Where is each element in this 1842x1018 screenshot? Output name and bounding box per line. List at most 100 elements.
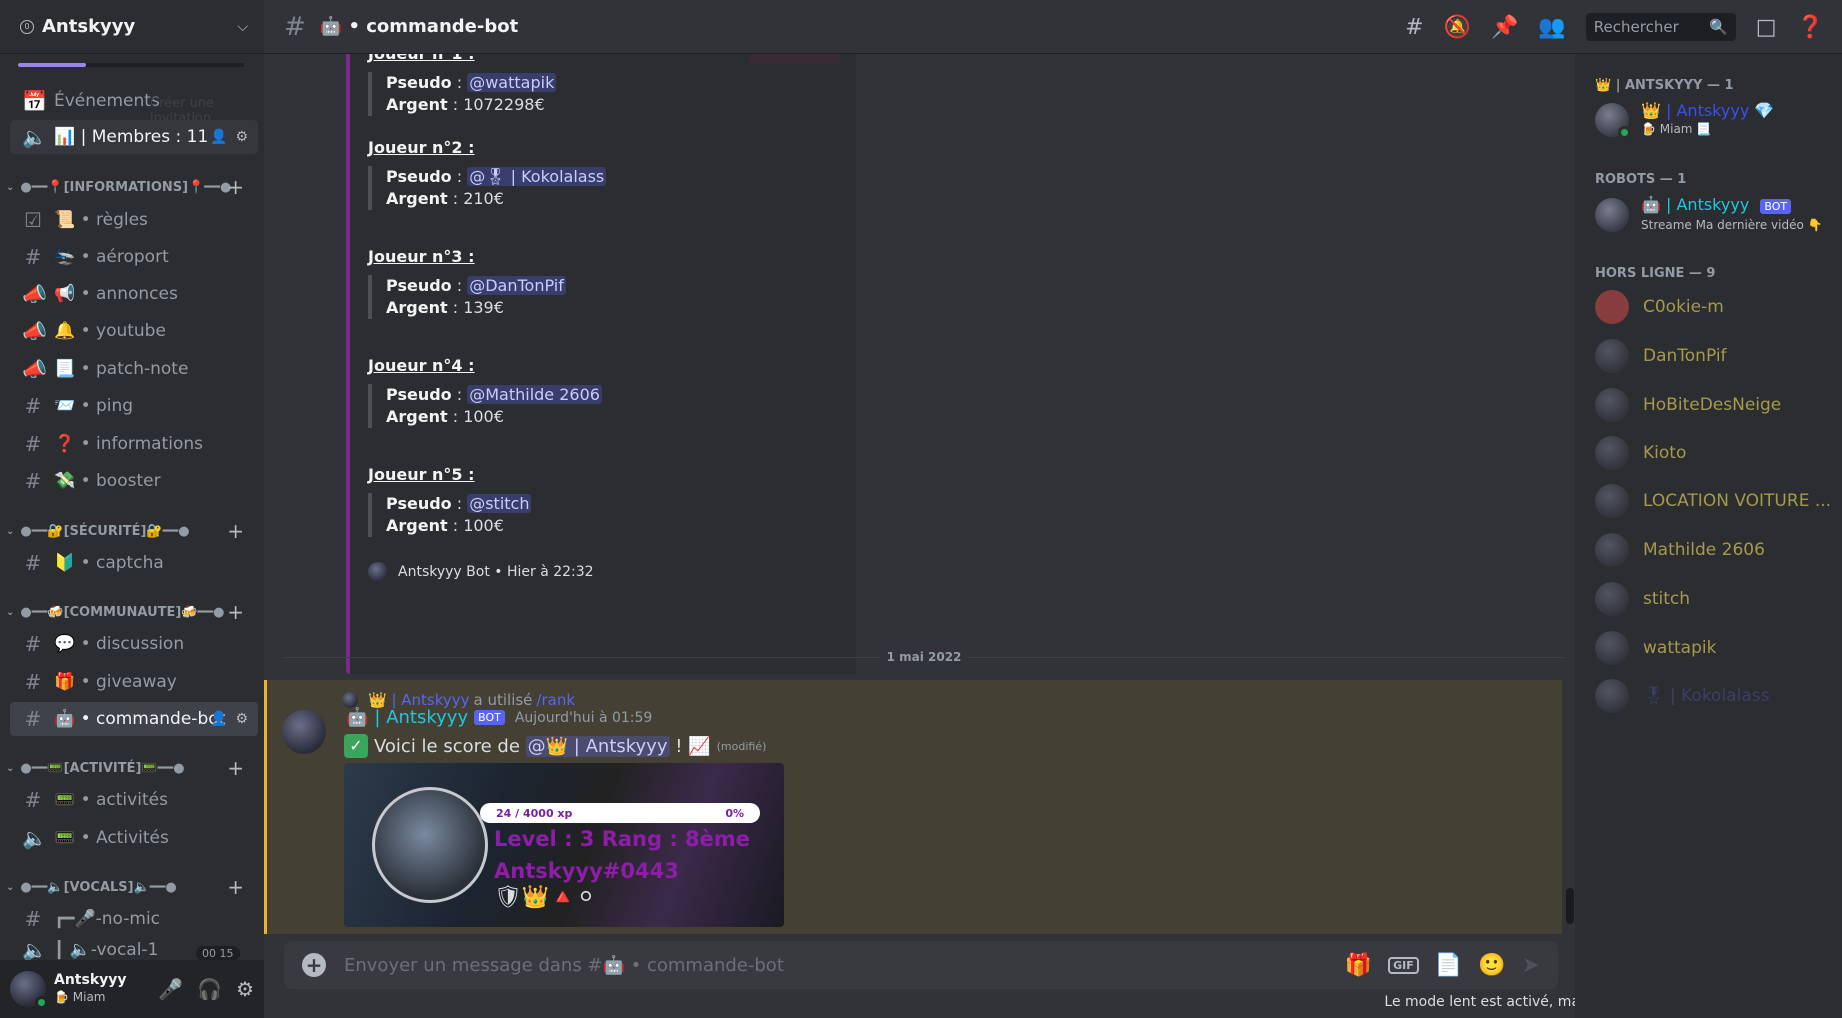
channel-patch-note[interactable]: 📣 📃 • patch-note — [10, 352, 258, 386]
threads-hash-icon: # — [24, 670, 42, 694]
add-channel-icon[interactable]: + — [227, 875, 244, 899]
inbox-icon[interactable]: □ — [1756, 15, 1777, 40]
channel-youtube[interactable]: 📣 🔔 • youtube — [10, 314, 258, 348]
chevron-down-icon: ⌄ — [6, 762, 15, 774]
user-mention[interactable]: @DanTonPif — [467, 276, 566, 295]
rank-card-image[interactable]: 24 / 4000 xp 0% Level : 3 Rang : 8ème An… — [344, 763, 784, 927]
hash-icon: # — [284, 11, 306, 42]
avatar — [1595, 582, 1629, 616]
avatar — [1595, 631, 1629, 665]
megaphone-icon: 📣 — [22, 319, 47, 343]
member-item[interactable]: stitch — [1595, 582, 1835, 616]
gear-icon[interactable]: ⚙ — [235, 711, 248, 727]
message-content: ✓ Voici le score de @👑 | Antskyyy ! 📈 (m… — [344, 734, 766, 758]
channel-aeroport[interactable]: # 🛬 • aéroport — [10, 240, 258, 274]
headphones-icon[interactable]: 🎧 — [197, 977, 222, 1001]
player-block: Pseudo : @wattapik Argent : 1072298€ — [368, 72, 557, 116]
member-item[interactable]: HoBiteDesNeige — [1595, 388, 1835, 422]
search-input[interactable]: Rechercher 🔍 — [1585, 13, 1736, 41]
channel-commande-bot[interactable]: # 🤖 • commande-bot 👤 ⚙ — [10, 702, 258, 736]
role-section-header: 👑 | ANTSKYYY — 1 — [1595, 78, 1734, 93]
player-heading: Joueur n°3 : — [368, 247, 475, 266]
send-icon[interactable]: ➤ — [1522, 953, 1540, 978]
member-item[interactable]: wattapik — [1595, 631, 1835, 665]
message-author[interactable]: | Antskyyy — [374, 707, 468, 728]
avatar — [1595, 484, 1629, 518]
bot-emoji-icon: 🤖 — [346, 707, 369, 728]
add-attachment-icon[interactable]: + — [302, 953, 326, 977]
emoji-icon[interactable]: 🙂 — [1478, 953, 1505, 978]
embed-thumbnail — [750, 54, 840, 64]
gear-icon[interactable]: ⚙ — [236, 977, 254, 1001]
calendar-icon: 📅 — [22, 89, 47, 113]
member-list-icon[interactable]: 👥 — [1538, 15, 1565, 40]
channel-informations[interactable]: # ❓ • informations — [10, 427, 258, 461]
member-item[interactable]: Mathilde 2606 — [1595, 533, 1835, 567]
voice-channel-activites[interactable]: 🔈 📟 • Activités — [10, 821, 258, 855]
notification-bell-muted-icon[interactable]: 🔕 — [1444, 15, 1471, 40]
category-communaute[interactable]: ⌄ ●━━🍻[COMMUNAUTE]🍻━━● + — [6, 600, 258, 624]
member-item[interactable]: 🎖 | Kokolalass — [1595, 679, 1835, 713]
help-icon[interactable]: ❓ — [1797, 15, 1824, 40]
server-header[interactable]: 0 Antskyyy ⌵ — [0, 0, 264, 54]
add-channel-icon[interactable]: + — [227, 175, 244, 199]
server-name: Antskyyy — [42, 16, 136, 37]
member-item[interactable]: Kioto — [1595, 436, 1835, 470]
online-status-dot — [1618, 126, 1631, 139]
channel-giveaway[interactable]: # 🎁 • giveaway — [10, 665, 258, 699]
invite-icon[interactable]: 👤 — [210, 129, 227, 145]
channel-members-count[interactable]: 🔈 📊 | Membres : 11 👤 ⚙ — [10, 120, 258, 154]
user-mention[interactable]: @🎖 | Kokolalass — [467, 167, 607, 186]
avatar — [1595, 436, 1629, 470]
gif-button[interactable]: GIF — [1388, 956, 1419, 974]
channel-annonces[interactable]: 📣 📢 • annonces — [10, 277, 258, 311]
chevron-down-icon[interactable]: ⌵ — [237, 19, 248, 35]
player-heading: Joueur n°1 : — [368, 54, 475, 63]
user-mention[interactable]: @wattapik — [467, 73, 557, 92]
user-mention[interactable]: @stitch — [467, 494, 532, 513]
message-input[interactable]: Envoyer un message dans #🤖 • commande-bo… — [344, 955, 1345, 976]
role-section-header: ROBOTS — 1 — [1595, 172, 1687, 187]
channel-regles[interactable]: ☑ 📜 • règles — [10, 203, 258, 237]
chevron-down-icon: ⌄ — [6, 181, 15, 193]
speaker-icon: 🔈 — [22, 826, 47, 850]
category-activite[interactable]: ⌄ ●━━📟[ACTIVITÉ]📟━━● + — [6, 756, 258, 780]
pin-icon[interactable]: 📌 — [1491, 15, 1518, 40]
channel-no-mic[interactable]: # ┏━🎤-no-mic — [10, 902, 258, 936]
channel-header: # 🤖 • commande-bot # 🔕 📌 👥 Rechercher 🔍 … — [264, 0, 1842, 54]
gift-icon[interactable]: 🎁 — [1345, 953, 1372, 978]
add-channel-icon[interactable]: + — [227, 600, 244, 624]
date-divider: 1 mai 2022 — [284, 650, 1564, 664]
member-item[interactable]: LOCATION VOITURE ... — [1595, 484, 1835, 518]
channel-discussion[interactable]: # 💬 • discussion — [10, 627, 258, 661]
chevron-down-icon: ⌄ — [6, 881, 15, 893]
member-item[interactable]: 👑 | Antskyyy 💎 🍺 Miam 📃 — [1595, 102, 1835, 139]
scrollbar[interactable] — [1566, 888, 1574, 924]
channel-booster[interactable]: # 💸 • booster — [10, 464, 258, 498]
threads-icon[interactable]: # — [1405, 15, 1423, 40]
user-mention[interactable]: @👑 | Antskyyy — [525, 735, 670, 757]
channel-ping[interactable]: # 📨 • ping — [10, 389, 258, 423]
gear-icon[interactable]: ⚙ — [235, 129, 248, 145]
channel-captcha[interactable]: # 🔰 • captcha — [10, 546, 258, 580]
role-section-header: HORS LIGNE — 9 — [1595, 266, 1716, 281]
rank-avatar — [372, 787, 488, 903]
invite-icon[interactable]: 👤 — [210, 711, 227, 727]
category-vocals[interactable]: ⌄ ●━━🔈[VOCALS]🔈━━● + — [6, 875, 258, 899]
microphone-icon[interactable]: 🎤 — [158, 977, 183, 1001]
add-channel-icon[interactable]: + — [227, 519, 244, 543]
member-item[interactable]: 🤖 | Antskyyy BOT Streame Ma dernière vid… — [1595, 196, 1835, 234]
member-item[interactable]: DanTonPif — [1595, 339, 1835, 373]
custom-status: 🍺 Miam — [54, 990, 106, 1004]
checkbox-icon: ☑ — [24, 208, 42, 232]
sticker-icon[interactable]: 📄 — [1435, 953, 1462, 978]
message-composer[interactable]: + Envoyer un message dans #🤖 • commande-… — [284, 941, 1558, 989]
add-channel-icon[interactable]: + — [227, 756, 244, 780]
category-securite[interactable]: ⌄ ●━━🔐[SÉCURITÉ]🔐━━● + — [6, 519, 258, 543]
channel-activites[interactable]: # 📟 • activités — [10, 783, 258, 817]
user-mention[interactable]: @Mathilde 2606 — [467, 385, 602, 404]
category-informations[interactable]: ⌄ ●━━📍[INFORMATIONS]📍━━● + — [6, 175, 258, 199]
avatar[interactable] — [10, 971, 48, 1009]
member-item[interactable]: C0okie-m — [1595, 290, 1835, 324]
avatar[interactable] — [282, 710, 326, 754]
